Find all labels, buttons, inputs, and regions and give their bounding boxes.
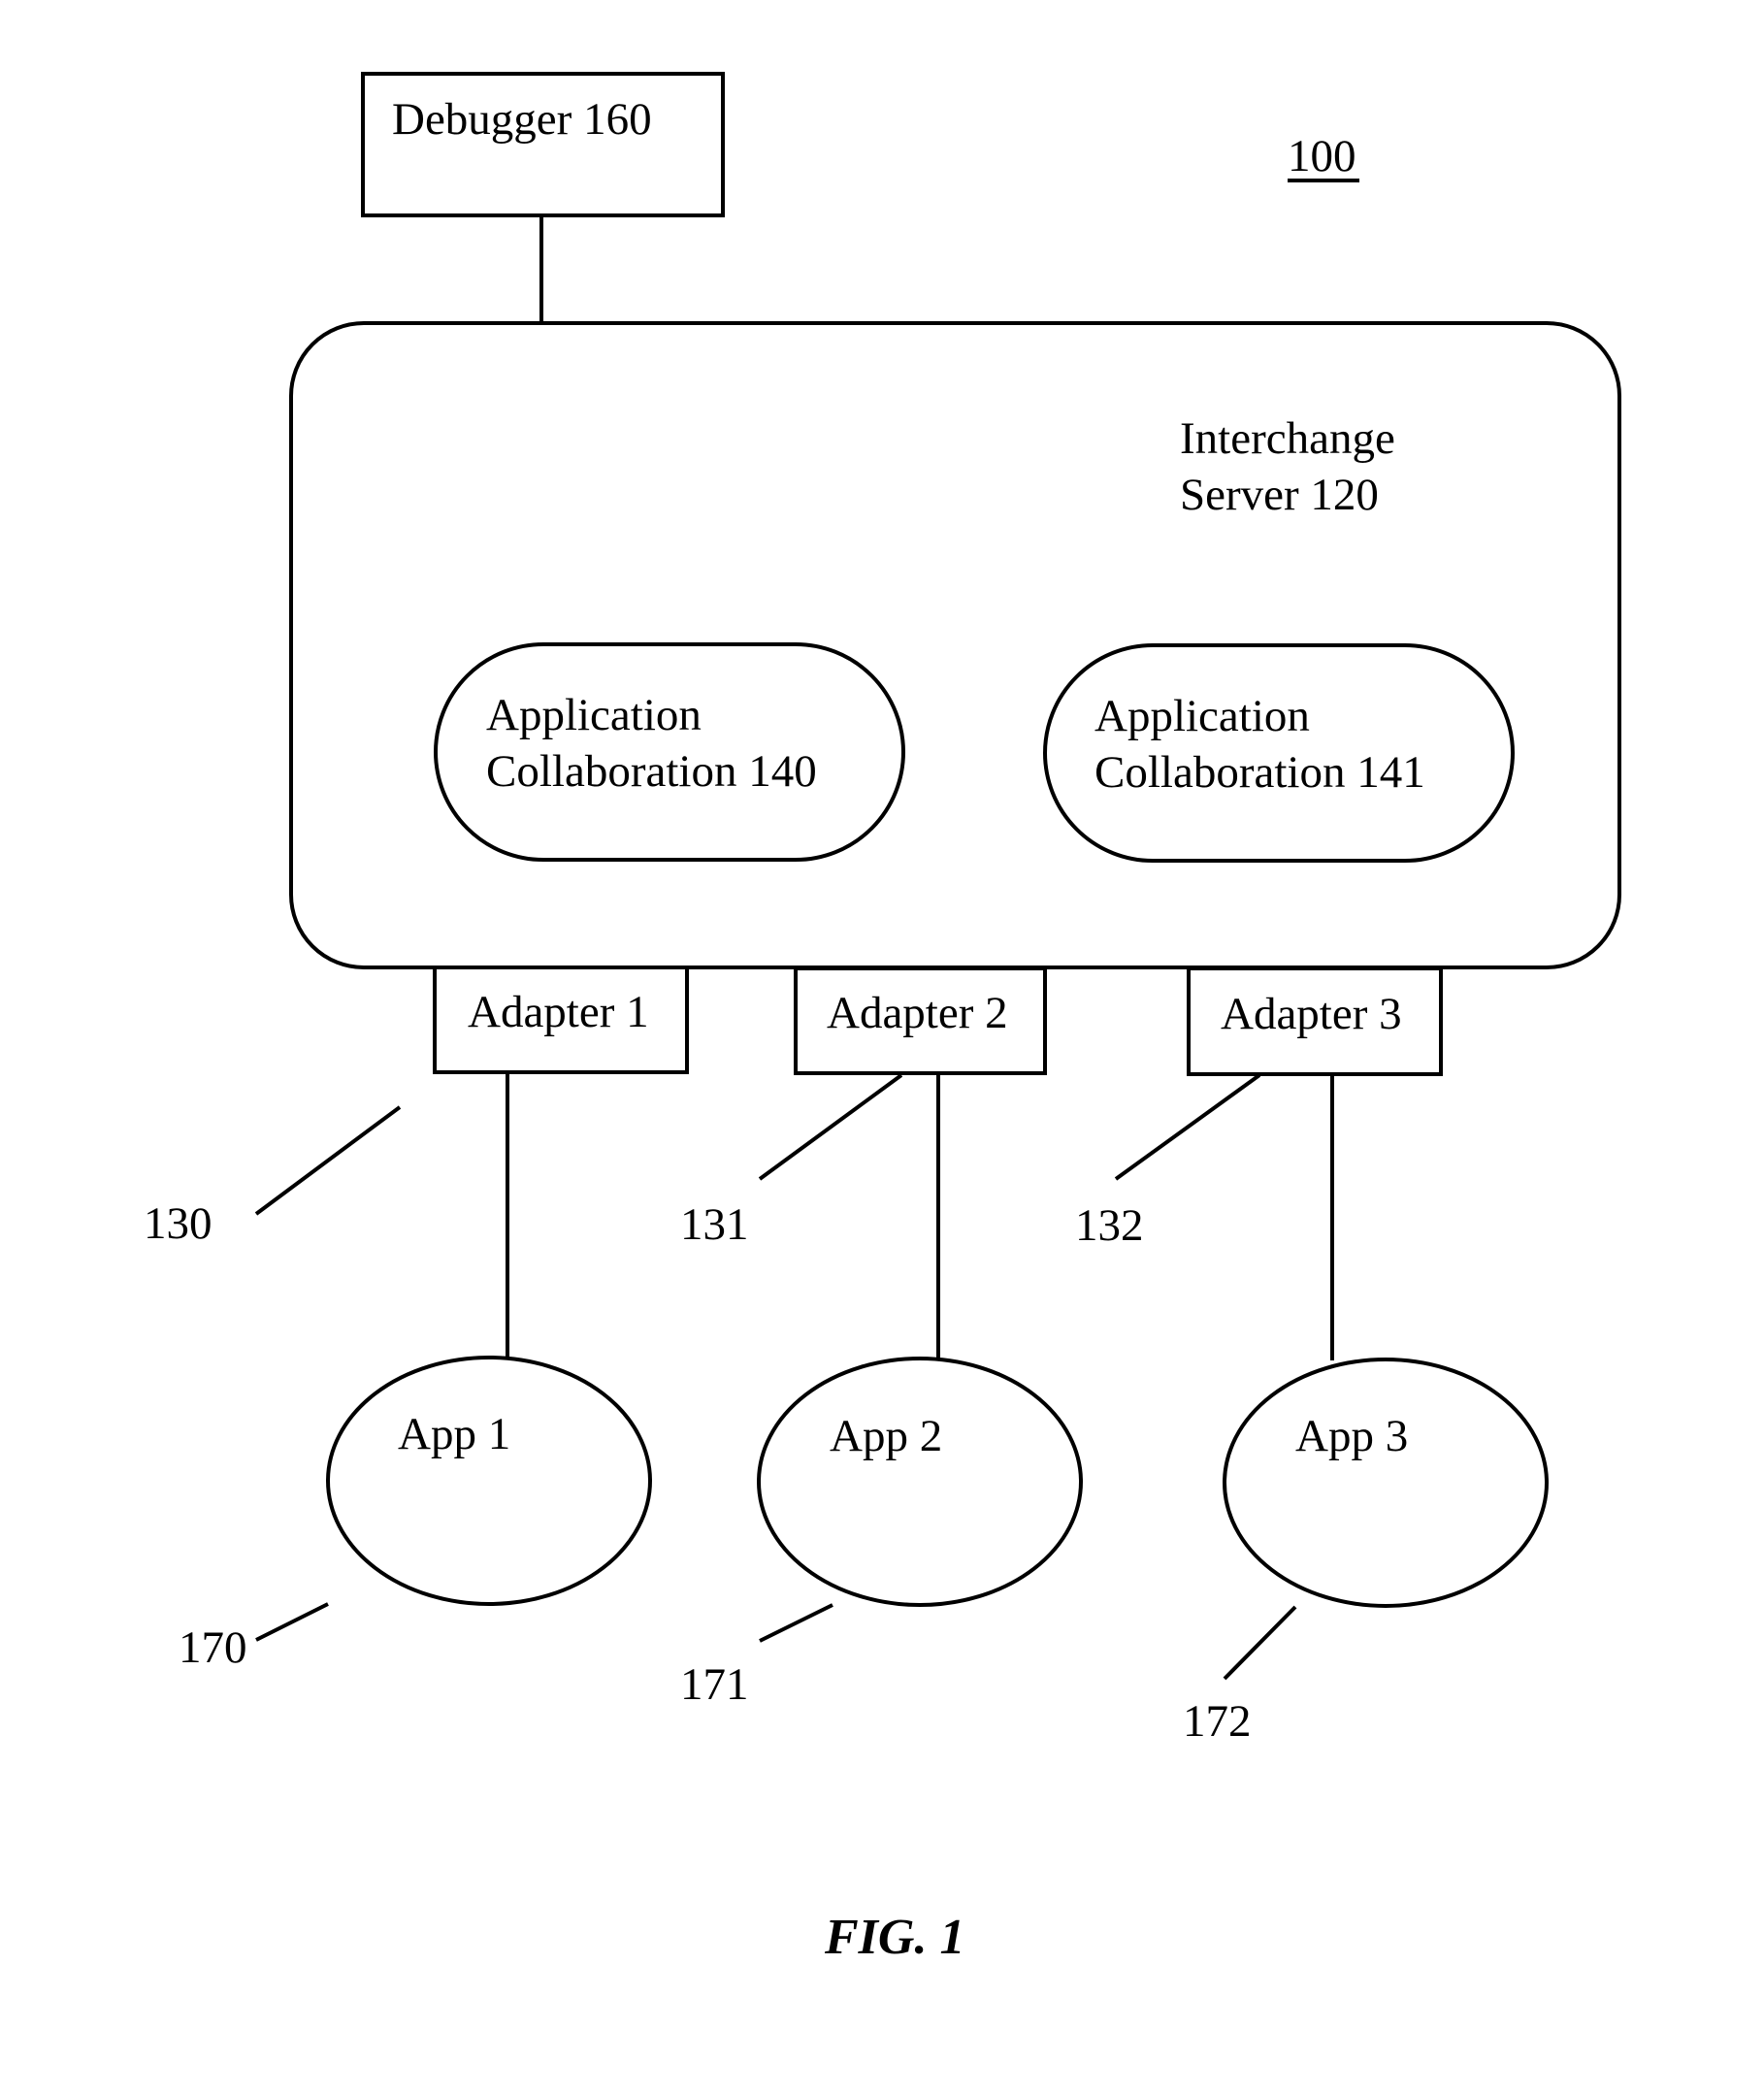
app-1-label: App 1 [398,1409,510,1459]
adapter-2-leader-line [758,1073,903,1181]
system-ref-number: 100 [1288,131,1356,181]
collaboration-141: Application Collaboration 141 [1043,643,1515,863]
app-1-leader-line [255,1602,329,1642]
adapter-1-leader-line [254,1105,402,1216]
app-2-leader-line [759,1603,833,1643]
adapter-1: Adapter 1 [433,966,689,1074]
adapter-1-ref: 130 [144,1198,212,1249]
debugger-label: Debugger 160 [392,94,652,145]
app-2-ref: 171 [680,1659,749,1710]
server-label-line2: Server 120 [1180,470,1379,520]
collaboration-141-line1: Application [1094,691,1310,741]
adapter-3-leader-line [1114,1073,1261,1181]
adapter-3-label: Adapter 3 [1221,989,1402,1039]
system-diagram: 100 Debugger 160 Interchange Server 120 … [144,72,1621,1965]
app-3-ref: 172 [1183,1696,1252,1747]
app-3-label: App 3 [1295,1411,1408,1461]
app-2: App 2 [757,1357,1083,1607]
figure-caption: FIG. 1 [824,1910,964,1965]
app-3: App 3 [1223,1358,1549,1608]
adapter-2-ref: 131 [680,1199,749,1250]
collaboration-140-line1: Application [486,690,702,740]
adapter-2: Adapter 2 [794,966,1047,1075]
debugger-box: Debugger 160 [361,72,725,217]
adapter-2-label: Adapter 2 [827,988,1008,1038]
adapter-1-label: Adapter 1 [468,987,649,1037]
server-label-line1: Interchange [1180,413,1395,464]
collaboration-140-line2: Collaboration 140 [486,746,817,797]
app-3-leader-line [1223,1605,1297,1681]
collaboration-140: Application Collaboration 140 [434,642,905,862]
collaboration-141-line2: Collaboration 141 [1094,747,1425,798]
adapter-3-ref: 132 [1075,1200,1144,1251]
app-1: App 1 [326,1356,652,1606]
app-1-ref: 170 [179,1622,247,1673]
app-2-label: App 2 [830,1411,942,1461]
adapter-3: Adapter 3 [1187,966,1443,1076]
